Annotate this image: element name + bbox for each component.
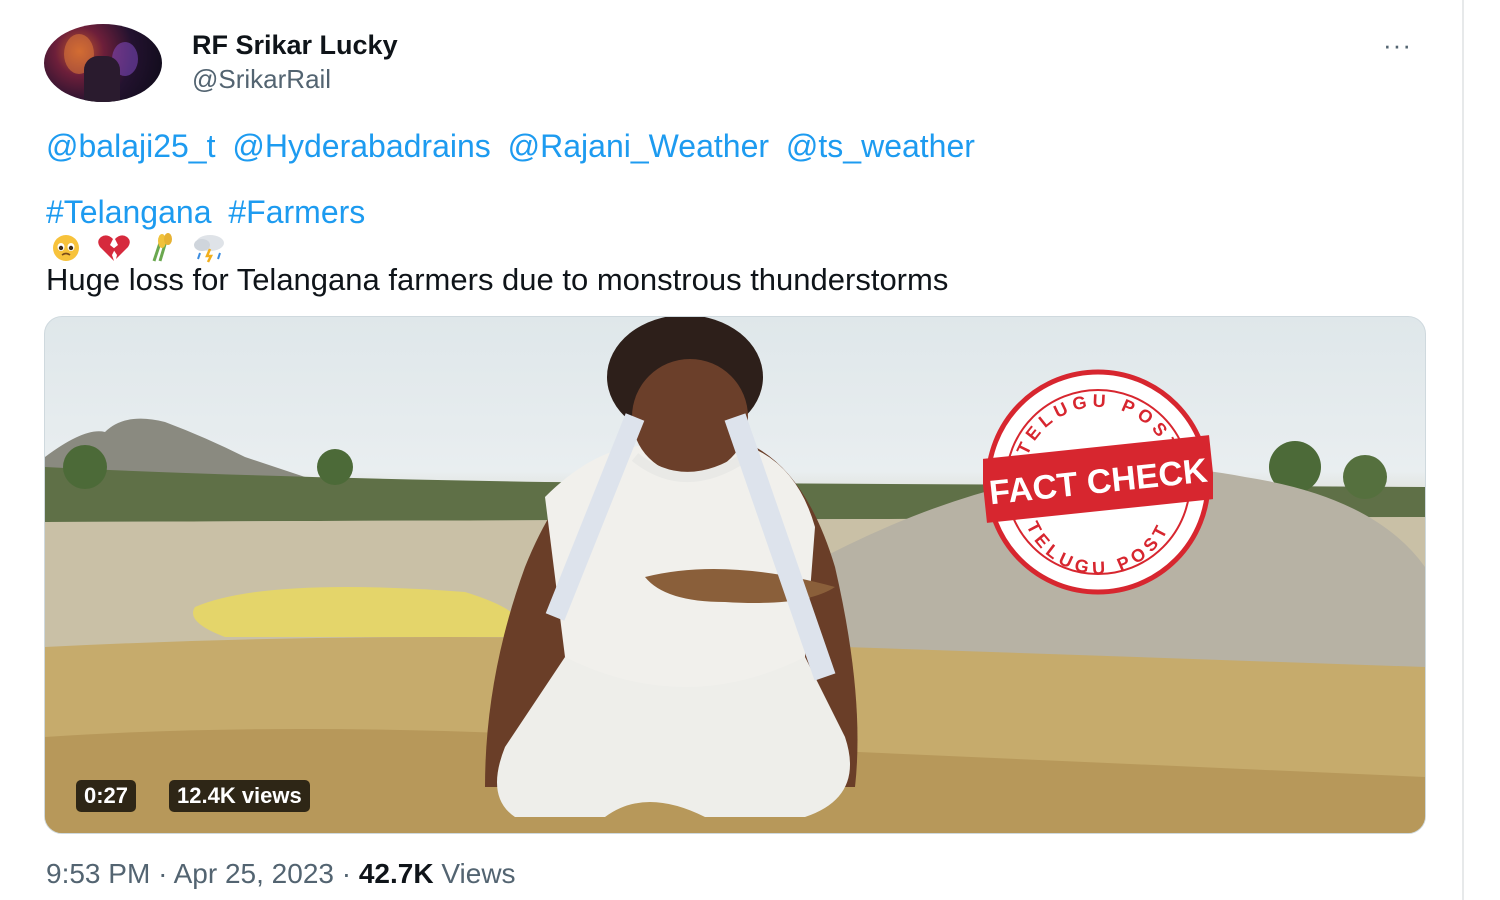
video-player[interactable]: TELUGU POST FACT CHECK TELUGU POST 0:27 … (44, 316, 1426, 834)
mention-link[interactable]: @Rajani_Weather (508, 128, 769, 164)
mention-link[interactable]: @Hyderabadrains (232, 128, 490, 164)
hashtags-line: #Telangana #Farmers (46, 194, 373, 231)
video-duration: 0:27 (76, 780, 137, 812)
fact-check-stamp: TELUGU POST FACT CHECK TELUGU POST (983, 367, 1213, 597)
mention-link[interactable]: @ts_weather (786, 128, 975, 164)
broken-heart-icon (94, 233, 134, 263)
meta-separator: · (158, 858, 168, 889)
cloud-rain-lightning-icon (190, 233, 230, 263)
author-handle[interactable]: @SrikarRail (192, 64, 331, 95)
column-border (1462, 0, 1464, 900)
tweet-time[interactable]: 9:53 PM (46, 858, 150, 889)
video-frame (45, 317, 1425, 833)
pleading-face-icon (46, 233, 86, 263)
rice-sheaf-icon (142, 233, 182, 263)
hashtag-link[interactable]: #Farmers (228, 194, 365, 230)
video-views: 12.4K views (169, 780, 310, 812)
author-display-name[interactable]: RF Srikar Lucky (192, 30, 398, 61)
tweet-date[interactable]: Apr 25, 2023 (174, 858, 334, 889)
tweet-meta: 9:53 PM · Apr 25, 2023 · 42.7K Views (46, 858, 516, 890)
meta-separator: · (341, 858, 352, 889)
avatar[interactable] (44, 24, 162, 102)
view-count: 42.7K (358, 858, 434, 889)
view-label: Views (441, 858, 516, 889)
emoji-row (46, 232, 230, 264)
mention-link[interactable]: @balaji25_t (46, 128, 215, 164)
tweet-text: Huge loss for Telangana farmers due to m… (46, 262, 949, 297)
hashtag-link[interactable]: #Telangana (46, 194, 211, 230)
mentions-line: @balaji25_t @Hyderabadrains @Rajani_Weat… (46, 128, 983, 165)
more-options-icon[interactable]: ··· (1383, 30, 1412, 61)
